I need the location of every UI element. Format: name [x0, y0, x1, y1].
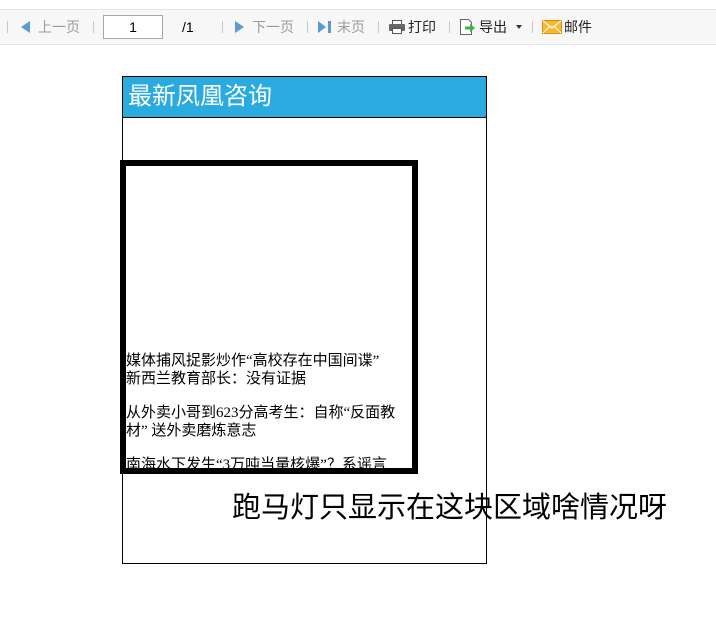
headline-item: 南海水下发生“3万吨当量核爆”？系谣言 — [126, 456, 412, 473]
report-header: 最新凤凰咨询 — [123, 77, 486, 118]
prev-page-icon — [21, 21, 30, 33]
toolbar-separator — [7, 21, 8, 33]
headline-line: 新西兰教育部长：没有证据 — [126, 371, 307, 387]
toolbar-separator — [532, 21, 533, 33]
page-number-input[interactable] — [103, 15, 163, 39]
export-label: 导出 — [479, 19, 507, 35]
page-total-label: /1 — [182, 10, 194, 44]
headline-line: 从外卖小哥到623分高考生：自称“反面教 — [126, 405, 396, 421]
mail-icon — [542, 20, 562, 34]
last-page-button[interactable]: 末页 — [318, 10, 365, 44]
headline-item: 媒体捕风捉影炒作“高校存在中国间谍” 新西兰教育部长：没有证据 — [126, 352, 412, 388]
annotation-text: 跑马灯只显示在这块区域啥情况呀 — [232, 490, 668, 524]
headline-line: 媒体捕风捉影炒作“高校存在中国间谍” — [126, 353, 380, 369]
toolbar-separator — [222, 21, 223, 33]
prev-page-button[interactable]: 上一页 — [21, 10, 80, 44]
toolbar-separator — [93, 21, 94, 33]
marquee-content: 媒体捕风捉影炒作“高校存在中国间谍” 新西兰教育部长：没有证据 从外卖小哥到62… — [126, 352, 412, 473]
mail-label: 邮件 — [564, 19, 592, 35]
next-page-icon — [235, 21, 244, 33]
marquee-region: 媒体捕风捉影炒作“高校存在中国间谍” 新西兰教育部长：没有证据 从外卖小哥到62… — [120, 160, 418, 474]
chevron-down-icon[interactable] — [516, 25, 522, 29]
print-button[interactable]: 打印 — [388, 10, 436, 44]
report-title: 最新凤凰咨询 — [128, 84, 272, 110]
headline-line: 南海水下发生“3万吨当量核爆”？系谣言 — [126, 457, 387, 473]
export-button[interactable]: 导出 — [458, 10, 522, 44]
toolbar-separator — [449, 21, 450, 33]
last-page-label: 末页 — [337, 19, 365, 35]
last-page-icon — [318, 21, 331, 33]
report-toolbar: 上一页 /1 下一页 末页 打印 — [0, 9, 716, 45]
print-label: 打印 — [408, 19, 436, 35]
toolbar-separator — [307, 21, 308, 33]
page-total-text: /1 — [182, 19, 194, 35]
mail-button[interactable]: 邮件 — [542, 10, 592, 44]
headline-item: 从外卖小哥到623分高考生：自称“反面教 材” 送外卖磨炼意志 — [126, 404, 412, 440]
toolbar-separator — [378, 21, 379, 33]
headline-line: 材” 送外卖磨炼意志 — [126, 423, 257, 439]
next-page-button[interactable]: 下一页 — [235, 10, 294, 44]
printer-icon — [388, 19, 406, 35]
export-icon — [458, 18, 476, 36]
next-page-label: 下一页 — [252, 19, 294, 35]
prev-page-label: 上一页 — [38, 19, 80, 35]
